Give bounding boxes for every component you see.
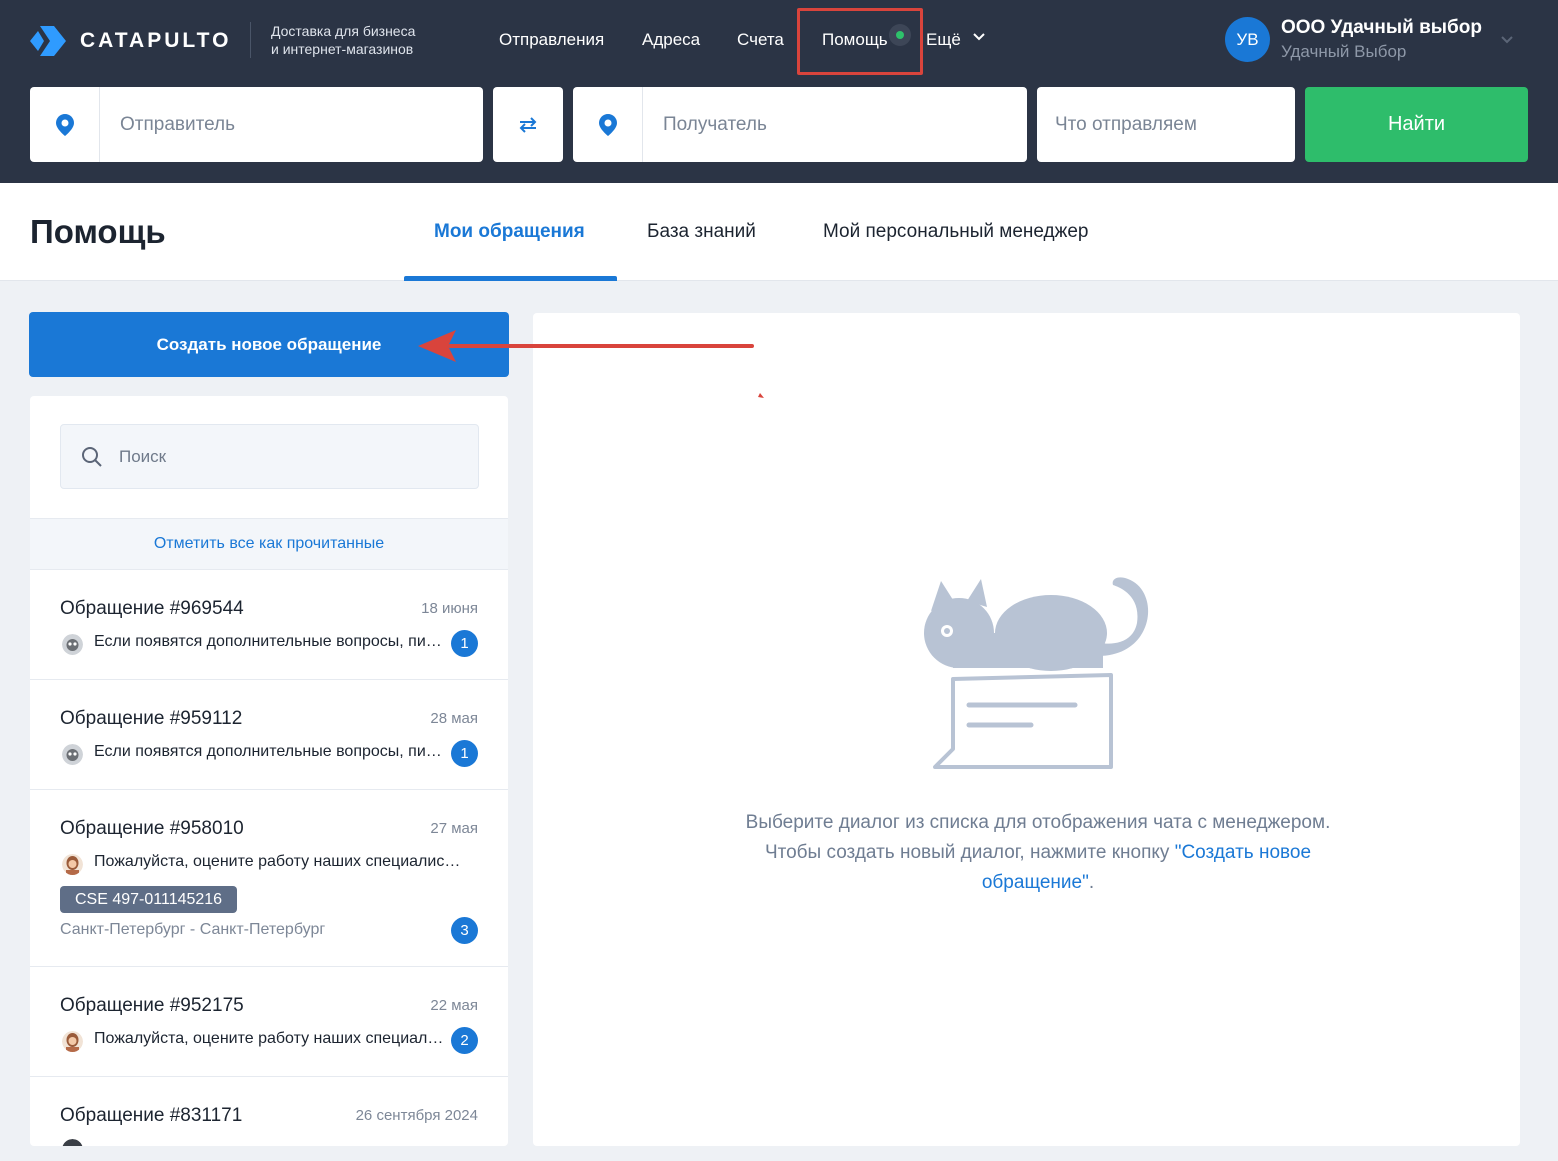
nav-more[interactable]: Ещё bbox=[926, 28, 961, 52]
tab-my-requests[interactable]: Мои обращения bbox=[434, 221, 585, 243]
search-box[interactable] bbox=[60, 424, 479, 489]
ticket-item[interactable]: Обращение #831171 26 сентября 2024 bbox=[30, 1077, 508, 1146]
ticket-title: Обращение #969544 bbox=[60, 598, 244, 619]
chat-panel: Выберите диалог из списка для отображени… bbox=[533, 313, 1520, 1146]
ticket-date: 18 июня bbox=[421, 600, 478, 617]
ticket-date: 26 сентября 2024 bbox=[355, 1107, 478, 1124]
location-pin-icon bbox=[55, 113, 74, 136]
ticket-last-message: Пожалуйста, оцените работу наших специал… bbox=[94, 853, 464, 870]
ticket-item[interactable]: Обращение #959112 28 мая Если появятся д… bbox=[30, 680, 508, 790]
help-subheader: Помощь Мои обращения База знаний Мой пер… bbox=[0, 183, 1558, 281]
requests-list-panel: Отметить все как прочитанные Обращение #… bbox=[30, 396, 508, 1146]
unread-badge: 1 bbox=[451, 630, 478, 657]
sender-field[interactable] bbox=[30, 87, 483, 162]
ticket-title: Обращение #831171 bbox=[60, 1105, 243, 1126]
unread-badge: 2 bbox=[451, 1027, 478, 1054]
ticket-last-message: Пожалуйста, оцените работу наших специал… bbox=[94, 1030, 444, 1047]
sender-pin-cell bbox=[30, 87, 100, 162]
ticket-title: Обращение #952175 bbox=[60, 995, 244, 1016]
manager-avatar-icon bbox=[62, 634, 83, 655]
mark-all-read-link[interactable]: Отметить все как прочитанные bbox=[30, 518, 508, 570]
user-avatar[interactable]: УВ bbox=[1225, 17, 1270, 62]
ticket-last-message: Если появятся дополнительные вопросы, пи… bbox=[94, 743, 444, 760]
manager-avatar-icon bbox=[62, 1139, 83, 1146]
manager-avatar-icon bbox=[62, 1031, 83, 1052]
sleeping-cat-illustration bbox=[924, 577, 1149, 769]
cargo-input[interactable] bbox=[1055, 87, 1285, 162]
account-chevron-down-icon[interactable] bbox=[1500, 33, 1514, 47]
nav-addresses[interactable]: Адреса bbox=[642, 28, 700, 52]
ticket-date: 22 мая bbox=[430, 997, 478, 1014]
tagline-line-2: и интернет-магазинов bbox=[271, 41, 414, 57]
nav-invoices[interactable]: Счета bbox=[737, 28, 784, 52]
page-title: Помощь bbox=[30, 213, 166, 250]
company-subtitle: Удачный Выбор bbox=[1281, 42, 1407, 61]
ticket-date: 27 мая bbox=[430, 820, 478, 837]
ticket-item[interactable]: Обращение #952175 22 мая Пожалуйста, оце… bbox=[30, 967, 508, 1077]
sender-input[interactable] bbox=[120, 87, 470, 162]
unread-badge: 1 bbox=[451, 740, 478, 767]
swap-button[interactable] bbox=[493, 87, 563, 162]
cargo-field[interactable] bbox=[1037, 87, 1295, 162]
logo-text: CATAPULTO bbox=[80, 29, 232, 52]
company-name[interactable]: ООО Удачный выбор bbox=[1281, 17, 1482, 39]
recipient-field[interactable] bbox=[573, 87, 1027, 162]
search-icon bbox=[82, 447, 102, 467]
ticket-title: Обращение #959112 bbox=[60, 708, 243, 729]
create-request-button[interactable]: Создать новое обращение bbox=[29, 312, 509, 377]
tab-personal-manager[interactable]: Мой персональный менеджер bbox=[823, 221, 1089, 243]
find-button[interactable]: Найти bbox=[1305, 87, 1528, 162]
swap-arrows-icon bbox=[519, 116, 537, 133]
nav-shipments[interactable]: Отправления bbox=[499, 28, 604, 52]
tagline-line-1: Доставка для бизнеса bbox=[271, 23, 416, 39]
tagline: Доставка для бизнеса и интернет-магазино… bbox=[271, 22, 451, 58]
ticket-item[interactable]: Обращение #969544 18 июня Если появятся … bbox=[30, 570, 508, 680]
unread-badge: 3 bbox=[451, 917, 478, 944]
location-pin-icon bbox=[598, 113, 617, 136]
ticket-date: 28 мая bbox=[430, 710, 478, 727]
top-header: CATAPULTO Доставка для бизнеса и интерне… bbox=[0, 0, 1558, 183]
annotation-highlight-box bbox=[797, 8, 923, 75]
logo-divider bbox=[250, 22, 251, 58]
active-tab-indicator bbox=[404, 276, 617, 281]
empty-chat-text-end: . bbox=[1088, 872, 1095, 893]
manager-avatar-icon bbox=[62, 744, 83, 765]
chevron-down-icon[interactable] bbox=[972, 30, 986, 44]
tab-knowledge-base[interactable]: База знаний bbox=[647, 221, 756, 243]
manager-avatar-icon bbox=[62, 854, 83, 875]
recipient-input[interactable] bbox=[663, 87, 1013, 162]
catapulto-logo-icon bbox=[28, 24, 68, 58]
search-input[interactable] bbox=[119, 425, 459, 488]
ticket-route: Санкт-Петербург - Санкт-Петербург bbox=[60, 921, 326, 938]
ticket-item[interactable]: Обращение #958010 27 мая Пожалуйста, оце… bbox=[30, 790, 508, 967]
ticket-title: Обращение #958010 bbox=[60, 818, 244, 839]
ticket-last-message: Если появятся дополнительные вопросы, пи… bbox=[94, 633, 444, 650]
recipient-pin-cell bbox=[573, 87, 643, 162]
logo[interactable]: CATAPULTO bbox=[28, 24, 231, 58]
empty-chat-hint: Выберите диалог из списка для отображени… bbox=[723, 808, 1353, 898]
shipment-tag[interactable]: CSE 497-011145216 bbox=[60, 886, 238, 913]
